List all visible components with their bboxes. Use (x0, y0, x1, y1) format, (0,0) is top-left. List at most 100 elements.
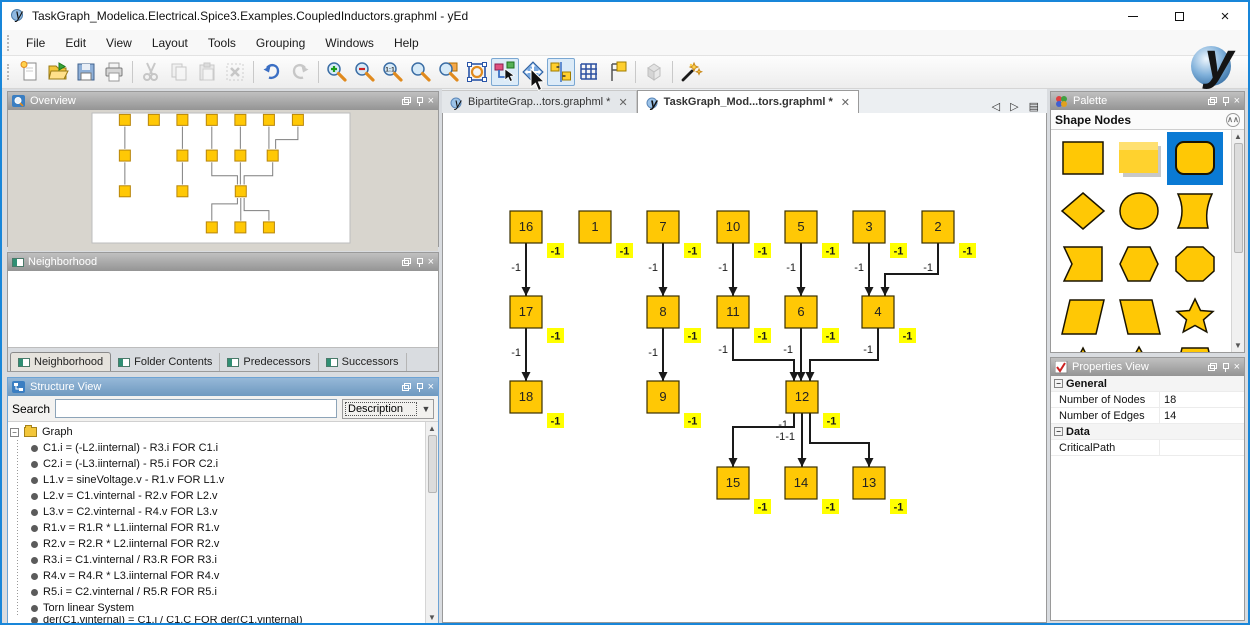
palette-shape-trapezoid2[interactable] (1167, 344, 1223, 352)
scroll-down-icon[interactable]: ▼ (426, 611, 439, 623)
structure-float-button[interactable] (402, 383, 411, 391)
zoom-fit-button[interactable] (407, 58, 435, 86)
snapping-button[interactable] (547, 58, 575, 86)
edge-label[interactable]: -1 (718, 344, 728, 356)
neighborhood-tab-predecessors[interactable]: Predecessors (220, 353, 318, 371)
palette-close-button[interactable]: × (1234, 96, 1240, 107)
open-file-button[interactable] (44, 58, 72, 86)
palette-shape-hexagon[interactable] (1111, 238, 1167, 291)
properties-section-general[interactable]: −General (1051, 376, 1244, 392)
edge-label[interactable]: -1 (854, 262, 864, 274)
menu-view[interactable]: View (96, 32, 142, 54)
edge-label[interactable]: -1 (648, 262, 658, 274)
edge-label[interactable]: -1 (718, 262, 728, 274)
palette-shape-ellipse[interactable] (1111, 185, 1167, 238)
palette-shape-chevron[interactable] (1055, 238, 1111, 291)
edge-label[interactable]: -1 (923, 262, 933, 274)
edge-label[interactable]: -1 (778, 419, 788, 431)
menu-windows[interactable]: Windows (315, 32, 384, 54)
edge-label[interactable]: -1 (648, 347, 658, 359)
tab-list-button[interactable]: ▤ (1029, 100, 1039, 113)
zoom-selection-button[interactable] (435, 58, 463, 86)
collapse-expander-icon[interactable]: − (1054, 379, 1063, 388)
palette-shape-rectangle-shadow[interactable] (1111, 132, 1167, 185)
menu-edit[interactable]: Edit (55, 32, 96, 54)
zoom-actual-size-button[interactable]: 1:1 (379, 58, 407, 86)
tab-close-icon[interactable]: ✕ (618, 96, 627, 109)
new-file-button[interactable] (16, 58, 44, 86)
properties-close-button[interactable]: × (1234, 362, 1240, 373)
search-input[interactable] (55, 399, 337, 418)
palette-shape-trapezoid[interactable] (1111, 291, 1167, 344)
edit-mode-button[interactable] (491, 58, 519, 86)
palette-scroll-thumb[interactable] (1234, 143, 1243, 253)
scroll-up-icon[interactable]: ▲ (426, 422, 439, 435)
neighborhood-tab-folder-contents[interactable]: Folder Contents (111, 353, 220, 371)
collapse-section-icon[interactable]: ∧∧ (1226, 113, 1240, 127)
collapse-expander-icon[interactable]: − (1054, 427, 1063, 436)
zoom-out-button[interactable] (351, 58, 379, 86)
overview-close-button[interactable]: × (428, 96, 434, 107)
palette-shape-parallelogram[interactable] (1055, 291, 1111, 344)
document-tab[interactable]: yTaskGraph_Mod...tors.graphml *✕ (637, 90, 859, 113)
tree-item[interactable]: L2.v = C1.vinternal - R2.v FOR L2.v (10, 488, 425, 504)
menu-tools[interactable]: Tools (198, 32, 246, 54)
overview-pin-button[interactable] (416, 97, 423, 106)
palette-shape-star5[interactable] (1167, 291, 1223, 344)
maximize-button[interactable] (1156, 2, 1202, 30)
tree-item[interactable]: C1.i = (-L2.iinternal) - R3.i FOR C1.i (10, 440, 425, 456)
neighborhood-pin-button[interactable] (416, 258, 423, 267)
palette-shape-triangle[interactable] (1055, 344, 1111, 352)
overview-float-button[interactable] (402, 97, 411, 105)
palette-shape-curved-parallelogram[interactable] (1167, 185, 1223, 238)
palette-shape-rounded-rectangle[interactable] (1167, 132, 1223, 185)
filter-dropdown[interactable]: Description ▼ (342, 399, 434, 419)
close-button[interactable]: × (1202, 2, 1248, 30)
undo-button[interactable] (258, 58, 286, 86)
fit-content-button[interactable] (463, 58, 491, 86)
menu-layout[interactable]: Layout (142, 32, 198, 54)
scroll-tabs-left-button[interactable]: ◁ (992, 100, 1000, 113)
tree-item[interactable]: R3.i = C1.vinternal / R3.R FOR R3.i (10, 552, 425, 568)
tree-item[interactable]: Torn linear System (10, 600, 425, 616)
tree-item[interactable]: R4.v = R4.R * L3.iinternal FOR R4.v (10, 568, 425, 584)
edge-label[interactable]: -1 (783, 344, 793, 356)
tree-item[interactable]: R5.i = C2.vinternal / R5.R FOR R5.i (10, 584, 425, 600)
neighborhood-float-button[interactable] (402, 258, 411, 266)
palette-shape-star6[interactable] (1111, 344, 1167, 352)
palette-scrollbar[interactable]: ▲ ▼ (1231, 130, 1244, 352)
zoom-in-button[interactable] (323, 58, 351, 86)
palette-float-button[interactable] (1208, 97, 1217, 105)
palette-shape-rectangle[interactable] (1055, 132, 1111, 185)
layout-wizard-button[interactable] (677, 58, 705, 86)
structure-scroll-thumb[interactable] (428, 435, 437, 493)
collapse-expander-icon[interactable]: − (10, 428, 19, 437)
tree-root-graph[interactable]: −Graph (10, 424, 425, 440)
tree-item[interactable]: C2.i = (-L3.iinternal) - R5.i FOR C2.i (10, 456, 425, 472)
neighborhood-tab-neighborhood[interactable]: Neighborhood (10, 352, 111, 371)
edge-label[interactable]: -1-1 (775, 431, 795, 443)
minimize-button[interactable] (1110, 2, 1156, 30)
tab-close-icon[interactable]: ✕ (841, 96, 850, 109)
palette-scroll-down-icon[interactable]: ▼ (1232, 339, 1245, 352)
save-file-button[interactable] (72, 58, 100, 86)
print-button[interactable] (100, 58, 128, 86)
edge-label[interactable]: -1 (511, 262, 521, 274)
properties-section-data[interactable]: −Data (1051, 424, 1244, 440)
graph-canvas[interactable]: -1-1-1-1-1-1-1-1-1-1-1-1-1-116-11-17-110… (442, 113, 1047, 623)
menu-file[interactable]: File (16, 32, 55, 54)
neighborhood-tab-successors[interactable]: Successors (319, 353, 407, 371)
structure-pin-button[interactable] (416, 383, 423, 392)
menu-help[interactable]: Help (384, 32, 429, 54)
structure-scrollbar[interactable]: ▲ ▼ (425, 422, 438, 623)
palette-shape-diamond[interactable] (1055, 185, 1111, 238)
properties-float-button[interactable] (1208, 363, 1217, 371)
tree-item[interactable]: L1.v = sineVoltage.v - R1.v FOR L1.v (10, 472, 425, 488)
label-tool-button[interactable] (603, 58, 631, 86)
tree-item[interactable]: L3.v = C2.vinternal - R4.v FOR L3.v (10, 504, 425, 520)
structure-close-button[interactable]: × (428, 382, 434, 393)
property-row[interactable]: CriticalPath (1051, 440, 1244, 456)
scroll-tabs-right-button[interactable]: ▷ (1010, 100, 1018, 113)
edge-label[interactable]: -1 (863, 344, 873, 356)
neighborhood-close-button[interactable]: × (428, 257, 434, 268)
